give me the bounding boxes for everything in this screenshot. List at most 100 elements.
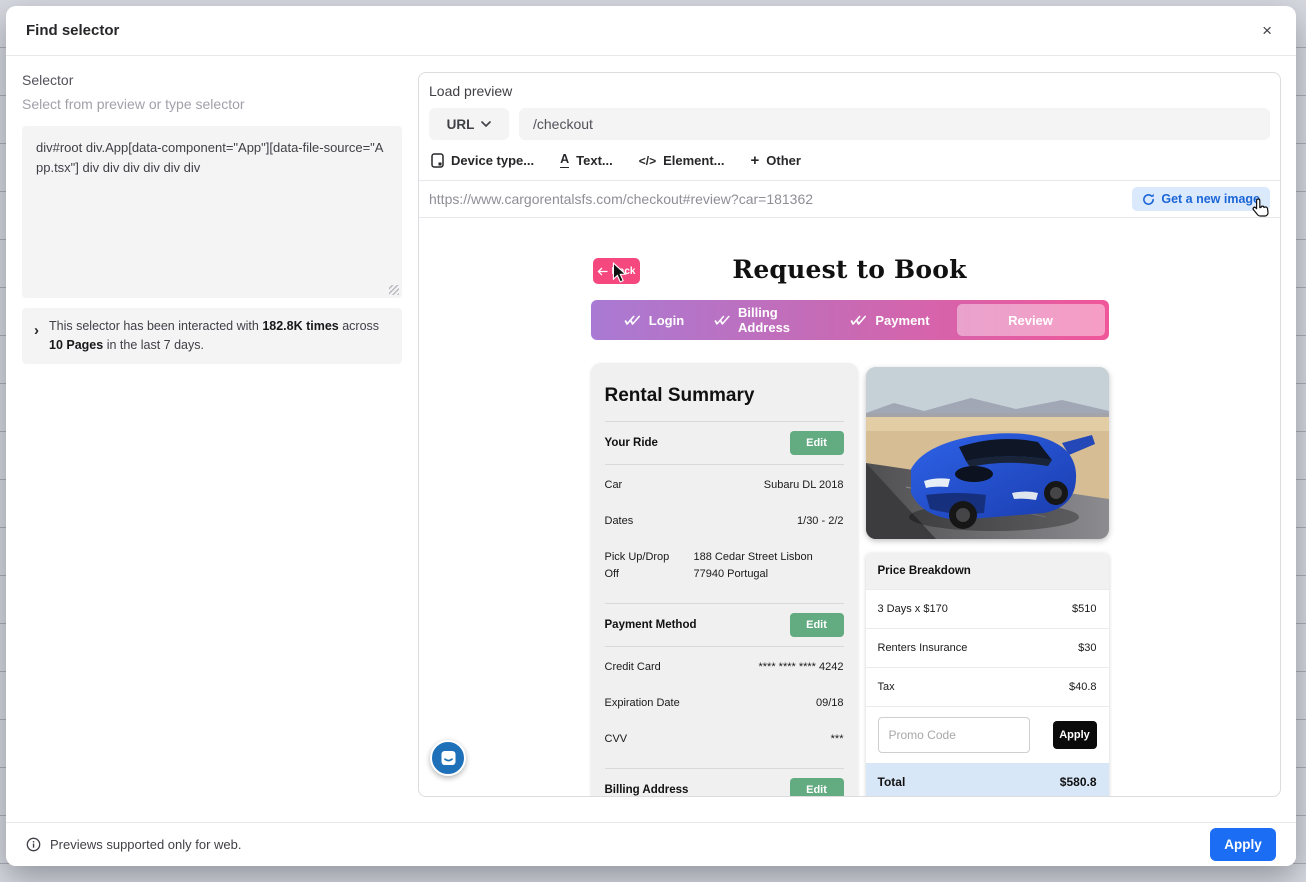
checkout-right-column: Price Breakdown 3 Days x $170 $510 Rente… [866, 363, 1109, 796]
back-button[interactable]: Back [593, 258, 640, 284]
refresh-icon [1142, 193, 1155, 206]
modal-footer: Previews supported only for web. Apply [6, 822, 1296, 866]
your-ride-heading: Your Ride [605, 437, 658, 449]
find-selector-modal: Find selector × Selector Select from pre… [6, 6, 1296, 866]
path-input[interactable] [519, 108, 1270, 140]
payment-details: Credit Card **** **** **** 4242 Expirati… [605, 647, 844, 768]
step-label: Payment [875, 313, 929, 328]
price-breakdown-card: Price Breakdown 3 Days x $170 $510 Rente… [866, 553, 1109, 796]
selector-stats-text: This selector has been interacted with 1… [49, 317, 390, 355]
apply-promo-button[interactable]: Apply [1053, 721, 1097, 749]
completed-check-icon [849, 315, 868, 326]
selector-input[interactable]: div#root div.App[data-component="App"][d… [22, 126, 402, 298]
price-row: 3 Days x $170 $510 [866, 589, 1109, 628]
edit-ride-button[interactable]: Edit [790, 431, 844, 455]
detail-label: Expiration Date [605, 695, 680, 712]
selector-stats-note: › This selector has been interacted with… [22, 308, 402, 364]
preview-url-row: https://www.cargorentalsfs.com/checkout#… [419, 180, 1280, 218]
site-preview[interactable]: Back Request to Book Login Billing Addre… [419, 218, 1280, 796]
completed-check-icon [623, 315, 642, 326]
price-label: Tax [878, 681, 895, 693]
detail-value: 188 Cedar Street Lisbon 77940 Portugal [694, 549, 844, 583]
detail-row: Expiration Date 09/18 [605, 695, 844, 712]
billing-address-section: Billing Address Edit [605, 769, 844, 796]
promo-code-input[interactable] [878, 717, 1030, 753]
checkout-steps: Login Billing Address Payment Review [591, 300, 1109, 340]
element-filter[interactable]: </> Element... [639, 153, 725, 168]
checkout-preview: Back Request to Book Login Billing Addre… [591, 255, 1109, 796]
detail-label: Car [605, 477, 677, 494]
detail-value: *** [831, 731, 844, 748]
total-row: Total $580.8 [866, 763, 1109, 796]
detail-label: Credit Card [605, 659, 661, 676]
price-label: 3 Days x $170 [878, 603, 948, 615]
other-filter[interactable]: + Other [751, 152, 801, 169]
price-value: $510 [1072, 603, 1096, 615]
selector-panel: Selector Select from preview or type sel… [22, 72, 402, 364]
detail-value: **** **** **** 4242 [758, 659, 843, 676]
filter-label: Other [766, 153, 801, 168]
step-label: Billing Address [738, 305, 830, 335]
price-value: $30 [1078, 642, 1096, 654]
your-ride-section: Your Ride Edit [605, 422, 844, 464]
chat-icon [440, 750, 457, 766]
step-label: Review [1008, 313, 1053, 328]
detail-row: CVV *** [605, 731, 844, 748]
rental-summary-card: Rental Summary Your Ride Edit Car Subaru… [591, 363, 858, 796]
text-filter[interactable]: A Text... [560, 153, 613, 168]
detail-row: Pick Up/Drop Off 188 Cedar Street Lisbon… [605, 549, 844, 583]
load-preview-panel: Load preview URL Device type... A Text..… [418, 72, 1281, 797]
info-icon [26, 837, 41, 852]
detail-label: CVV [605, 731, 628, 748]
chevron-right-icon[interactable]: › [34, 320, 39, 355]
payment-method-heading: Payment Method [605, 619, 697, 631]
selector-subtitle: Select from preview or type selector [22, 96, 402, 112]
close-icon[interactable]: × [1258, 18, 1276, 43]
step-billing-address[interactable]: Billing Address [713, 305, 831, 335]
text-icon: A [560, 153, 569, 168]
price-row: Tax $40.8 [866, 667, 1109, 706]
billing-address-heading: Billing Address [605, 784, 689, 796]
preview-url: https://www.cargorentalsfs.com/checkout#… [429, 191, 813, 207]
price-label: Renters Insurance [878, 642, 968, 654]
back-label: Back [612, 266, 636, 277]
step-payment[interactable]: Payment [831, 313, 949, 328]
back-arrow-icon [597, 267, 608, 276]
selector-value: div#root div.App[data-component="App"][d… [36, 140, 383, 175]
footer-note: Previews supported only for web. [26, 837, 241, 852]
price-row: Renters Insurance $30 [866, 628, 1109, 667]
device-type-filter[interactable]: Device type... [431, 153, 534, 168]
code-icon: </> [639, 154, 656, 168]
filter-label: Device type... [451, 153, 534, 168]
checkout-header: Back Request to Book [591, 255, 1109, 291]
promo-row: Apply [866, 706, 1109, 763]
url-type-select[interactable]: URL [429, 108, 509, 140]
selector-label: Selector [22, 72, 402, 88]
payment-method-section: Payment Method Edit [605, 604, 844, 646]
chevron-down-icon [481, 121, 491, 127]
get-new-image-button[interactable]: Get a new image [1132, 187, 1270, 211]
plus-icon: + [751, 152, 760, 169]
chat-widget-button[interactable] [430, 740, 466, 776]
detail-value: Subaru DL 2018 [764, 477, 844, 494]
url-input-row: URL [419, 101, 1280, 140]
filter-chips-row: Device type... A Text... </> Element... … [419, 140, 1280, 180]
rental-summary-title: Rental Summary [605, 377, 844, 421]
filter-label: Text... [576, 153, 613, 168]
detail-value: 1/30 - 2/2 [797, 513, 843, 530]
total-label: Total [878, 775, 906, 789]
step-review[interactable]: Review [957, 304, 1105, 336]
ride-details: Car Subaru DL 2018 Dates 1/30 - 2/2 Pick… [605, 465, 844, 603]
edit-billing-button[interactable]: Edit [790, 778, 844, 796]
step-login[interactable]: Login [595, 313, 713, 328]
resize-handle[interactable] [389, 285, 399, 295]
step-label: Login [649, 313, 684, 328]
edit-payment-button[interactable]: Edit [790, 613, 844, 637]
modal-title: Find selector [26, 22, 119, 39]
price-breakdown-header: Price Breakdown [866, 553, 1109, 589]
detail-label: Dates [605, 513, 677, 530]
completed-check-icon [713, 315, 732, 326]
apply-button[interactable]: Apply [1210, 828, 1276, 861]
detail-row: Dates 1/30 - 2/2 [605, 513, 844, 530]
total-value: $580.8 [1060, 775, 1097, 789]
